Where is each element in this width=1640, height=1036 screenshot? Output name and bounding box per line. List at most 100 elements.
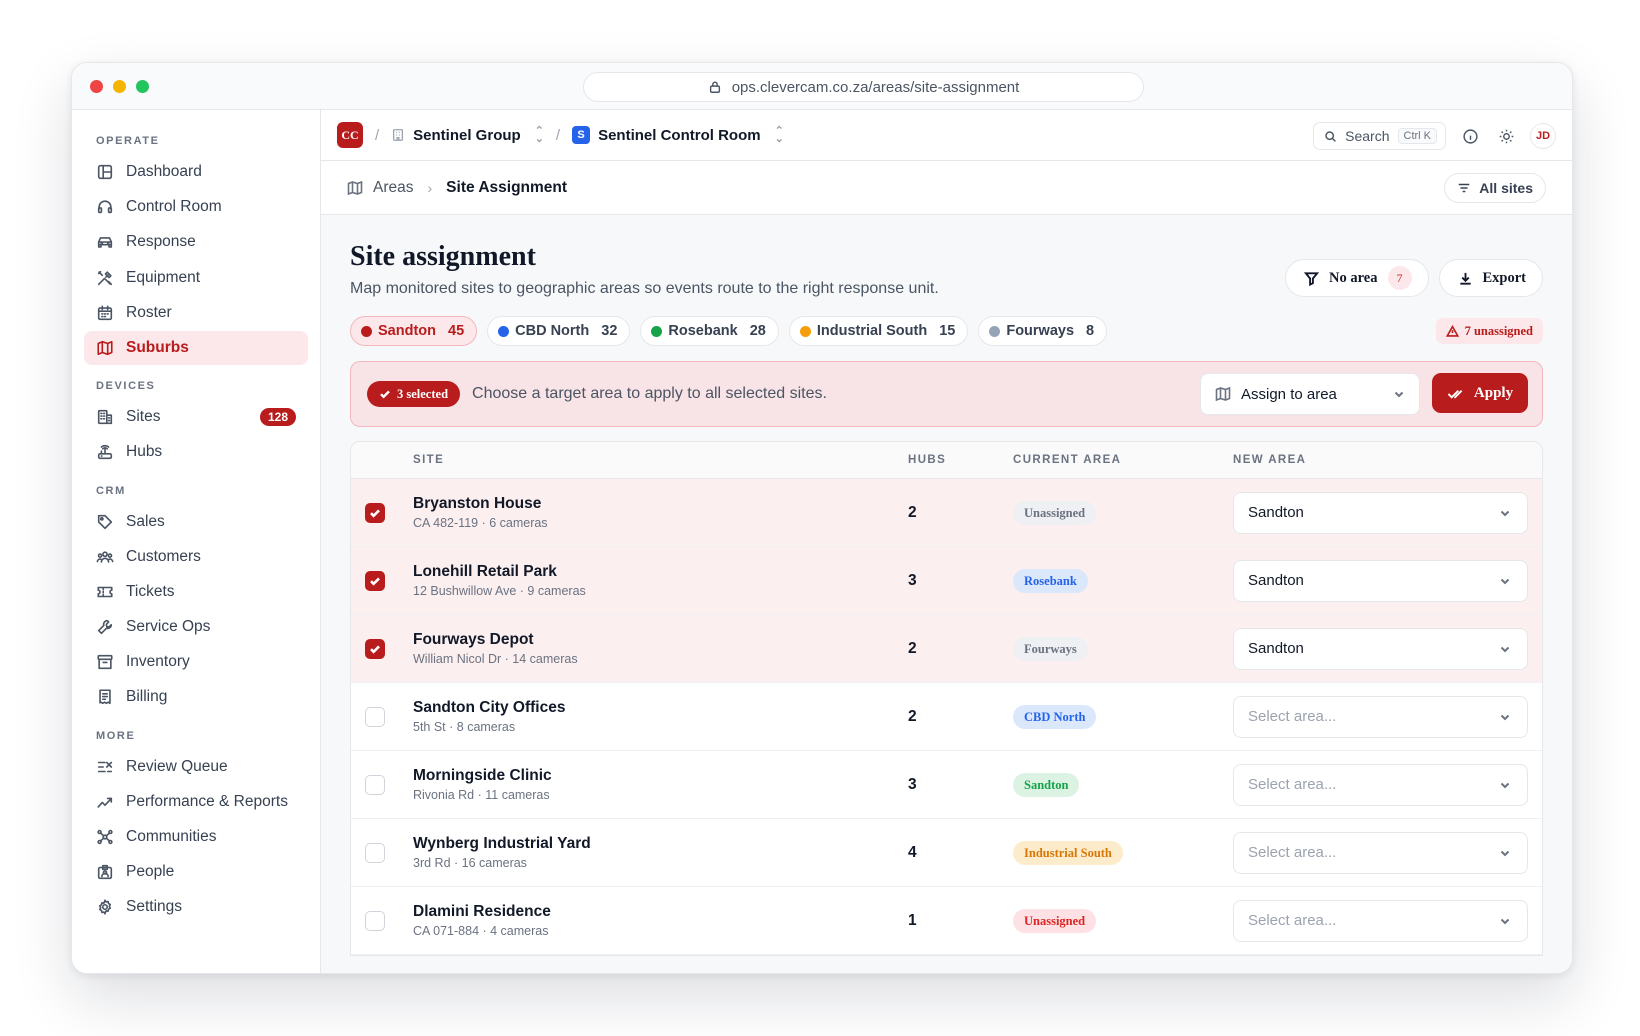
sidebar-item-label: Control Room bbox=[126, 198, 222, 216]
sidebar-item-inventory[interactable]: Inventory bbox=[84, 645, 308, 679]
row-checkbox[interactable] bbox=[365, 638, 385, 659]
site-name[interactable]: Lonehill Retail Park bbox=[413, 563, 908, 581]
table-row[interactable]: Morningside Clinic Rivonia Rd · 11 camera… bbox=[351, 751, 1542, 819]
area-chip-cbd-north[interactable]: CBD North 32 bbox=[487, 316, 631, 346]
area-chip-industrial-south[interactable]: Industrial South 15 bbox=[788, 316, 969, 346]
sidebar-item-communities[interactable]: Communities bbox=[84, 820, 308, 854]
sun-icon bbox=[1499, 129, 1513, 143]
table-row[interactable]: Wynberg Industrial Yard 3rd Rd · 16 camer… bbox=[351, 819, 1542, 887]
site-name[interactable]: Fourways Depot bbox=[413, 631, 908, 649]
ticket-icon bbox=[97, 586, 113, 598]
new-area-select[interactable]: Select area... bbox=[1233, 695, 1528, 738]
search-button[interactable]: Search Ctrl K bbox=[1313, 122, 1446, 150]
row-checkbox[interactable] bbox=[365, 502, 385, 523]
new-area-select[interactable]: Select area... bbox=[1233, 831, 1528, 874]
no-area-filter-button[interactable]: No area 7 bbox=[1285, 259, 1429, 297]
sidebar-item-people[interactable]: People bbox=[84, 855, 308, 889]
site-meta: 5th St · 8 cameras bbox=[413, 720, 516, 734]
table-row[interactable]: Fourways Depot William Nicol Dr · 14 came… bbox=[351, 615, 1542, 683]
sidebar-item-dashboard[interactable]: Dashboard bbox=[84, 155, 308, 189]
area-chip-count: 28 bbox=[749, 323, 766, 339]
sidebar-item-customers[interactable]: Customers bbox=[84, 540, 308, 574]
sidebar-item-label: Billing bbox=[126, 688, 168, 706]
column-header-current-area[interactable]: CURRENT AREA bbox=[1013, 454, 1233, 466]
column-header-site[interactable]: SITE bbox=[413, 454, 908, 466]
area-chip-row: Sandton 45 CBD North 32 Rosebank 28 Industrial… bbox=[350, 316, 1543, 346]
close-window-button[interactable] bbox=[90, 80, 103, 93]
new-area-value: Select area... bbox=[1248, 708, 1337, 725]
chevron-down-icon bbox=[1500, 646, 1510, 652]
apply-button[interactable]: Apply bbox=[1432, 373, 1528, 413]
site-name[interactable]: Dlamini Residence bbox=[413, 903, 908, 921]
app-logo[interactable]: CC bbox=[337, 122, 363, 148]
minimize-window-button[interactable] bbox=[113, 80, 126, 93]
sidebar-item-response[interactable]: Response bbox=[84, 225, 308, 259]
new-area-value: Sandton bbox=[1248, 504, 1304, 521]
unassigned-warning-badge[interactable]: 7 unassigned bbox=[1435, 318, 1543, 344]
org-name: Sentinel Group bbox=[413, 126, 521, 144]
sidebar-item-performance-reports[interactable]: Performance & Reports bbox=[84, 785, 308, 819]
sidebar-item-tickets[interactable]: Tickets bbox=[84, 575, 308, 609]
table-row[interactable]: Sandton City Offices 5th St · 8 cameras 2 C… bbox=[351, 683, 1542, 751]
hub-count: 3 bbox=[908, 571, 917, 589]
info-button[interactable] bbox=[1458, 124, 1482, 148]
site-name[interactable]: Sandton City Offices bbox=[413, 699, 908, 717]
gear-icon bbox=[98, 899, 112, 915]
maximize-window-button[interactable] bbox=[136, 80, 149, 93]
sidebar-item-hubs[interactable]: Hubs bbox=[84, 435, 308, 469]
area-chip-rosebank[interactable]: Rosebank 28 bbox=[640, 316, 779, 346]
assign-area-dropdown[interactable]: Assign to area bbox=[1200, 373, 1420, 415]
area-chip-fourways[interactable]: Fourways 8 bbox=[978, 316, 1108, 346]
row-checkbox[interactable] bbox=[365, 706, 385, 727]
sidebar-item-control-room[interactable]: Control Room bbox=[84, 190, 308, 224]
org-switcher[interactable]: Sentinel Group ⌃ ⌄ bbox=[391, 126, 544, 145]
address-bar[interactable]: ops.clevercam.co.za/areas/site-assignmen… bbox=[583, 72, 1144, 102]
selected-count-badge[interactable]: 3 selected bbox=[367, 381, 461, 407]
sidebar-item-service-ops[interactable]: Service Ops bbox=[84, 610, 308, 644]
new-area-select[interactable]: Select area... bbox=[1233, 763, 1528, 806]
sidebar-item-settings[interactable]: Settings bbox=[84, 890, 308, 924]
sidebar-item-sites[interactable]: Sites 128 bbox=[84, 400, 308, 434]
check-icon bbox=[370, 644, 380, 654]
sidebar-item-equipment[interactable]: Equipment bbox=[84, 261, 308, 295]
row-checkbox[interactable] bbox=[365, 570, 385, 591]
current-area-badge: CBD North bbox=[1013, 704, 1097, 729]
sidebar-item-roster[interactable]: Roster bbox=[84, 296, 308, 330]
area-color-dot bbox=[651, 325, 663, 337]
new-area-select[interactable]: Sandton bbox=[1233, 491, 1528, 534]
breadcrumb-areas-link[interactable]: Areas bbox=[373, 179, 414, 197]
chevron-down-icon bbox=[1500, 782, 1510, 788]
site-name[interactable]: Bryanston House bbox=[413, 495, 908, 513]
all-sites-filter-button[interactable]: All sites bbox=[1444, 173, 1546, 203]
area-chip-sandton[interactable]: Sandton 45 bbox=[350, 316, 478, 346]
column-header-new-area[interactable]: NEW AREA bbox=[1233, 454, 1542, 466]
row-checkbox[interactable] bbox=[365, 842, 385, 863]
sidebar-item-label: Roster bbox=[126, 303, 172, 321]
new-area-select[interactable]: Sandton bbox=[1233, 627, 1528, 670]
table-row[interactable]: Lonehill Retail Park 12 Bushwillow Ave · … bbox=[351, 547, 1542, 615]
new-area-select[interactable]: Select area... bbox=[1233, 899, 1528, 942]
table-row[interactable]: Bryanston House CA 482-119 · 6 cameras 2 Un… bbox=[351, 479, 1542, 547]
theme-toggle[interactable] bbox=[1494, 124, 1518, 148]
export-button[interactable]: Export bbox=[1438, 259, 1543, 297]
column-header-hubs[interactable]: HUBS bbox=[908, 454, 1013, 466]
page-content: Site assignment Map monitored sites to g… bbox=[321, 215, 1572, 956]
row-checkbox[interactable] bbox=[365, 774, 385, 795]
dashboard-icon bbox=[97, 164, 113, 180]
new-area-value: Select area... bbox=[1248, 776, 1337, 793]
avatar[interactable]: JD bbox=[1530, 123, 1556, 149]
sidebar-item-suburbs[interactable]: Suburbs bbox=[84, 330, 308, 365]
row-checkbox[interactable] bbox=[365, 910, 385, 931]
table-row[interactable]: Dlamini Residence CA 071-884 · 4 cameras 1… bbox=[351, 887, 1542, 955]
tag-icon bbox=[97, 514, 113, 529]
room-switcher[interactable]: S Sentinel Control Room ⌃ ⌄ bbox=[572, 126, 784, 145]
filter-lines-icon bbox=[1459, 183, 1470, 193]
site-name[interactable]: Wynberg Industrial Yard bbox=[413, 835, 908, 853]
sidebar-item-review-queue[interactable]: Review Queue bbox=[84, 750, 308, 784]
new-area-select[interactable]: Sandton bbox=[1233, 559, 1528, 602]
sidebar-item-label: Suburbs bbox=[126, 338, 189, 356]
trend-icon bbox=[97, 797, 113, 808]
sidebar-item-billing[interactable]: Billing bbox=[84, 680, 308, 714]
sidebar-item-sales[interactable]: Sales bbox=[84, 505, 308, 539]
site-name[interactable]: Morningside Clinic bbox=[413, 767, 908, 785]
